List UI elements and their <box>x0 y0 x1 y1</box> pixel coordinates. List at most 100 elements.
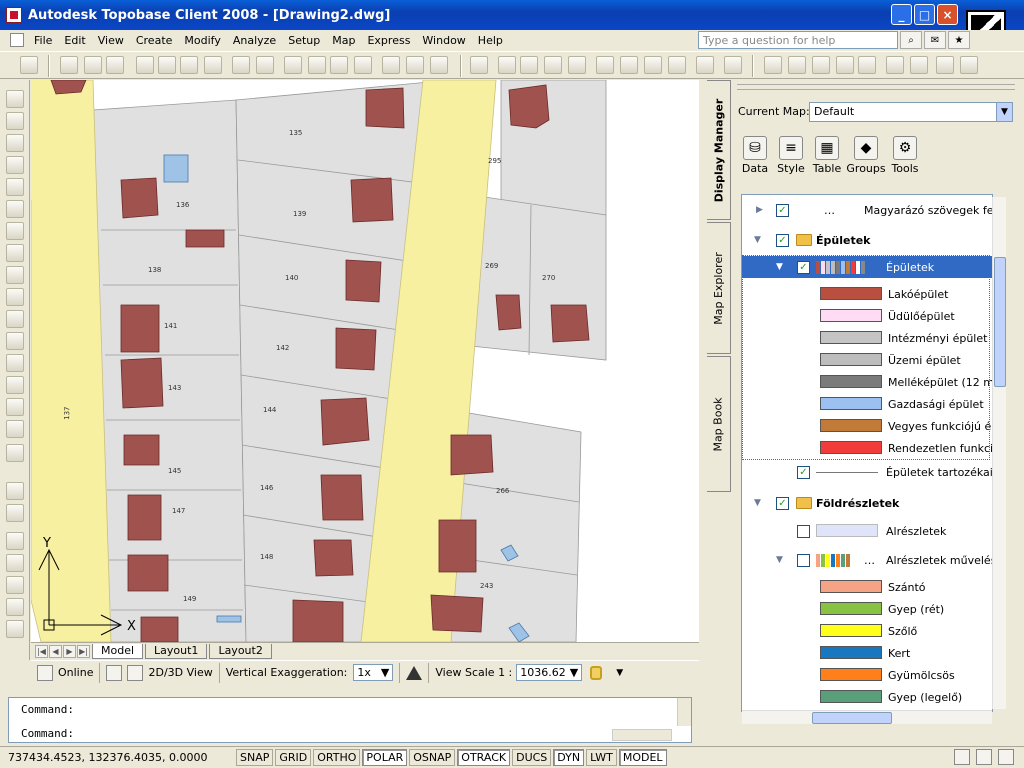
favorites-icon[interactable]: ★ <box>948 31 970 49</box>
dyn-toggle[interactable]: DYN <box>553 749 585 766</box>
last-layout-icon[interactable]: ▶| <box>77 644 90 658</box>
next-layout-icon[interactable]: ▶ <box>63 644 76 658</box>
zoom-scale-icon[interactable] <box>812 56 830 74</box>
undo-draw-icon[interactable] <box>6 482 24 500</box>
snap-toggle[interactable]: SNAP <box>236 749 274 766</box>
layer-visibility-checkbox[interactable]: ✓ <box>797 553 810 567</box>
style-row[interactable]: Gyümölcsös <box>742 664 992 686</box>
zoom-dynamic-icon[interactable] <box>788 56 806 74</box>
binoculars-icon[interactable]: ⌕ <box>900 31 922 49</box>
map-view-icon[interactable] <box>106 664 123 681</box>
chamfer-icon[interactable] <box>6 398 24 416</box>
drawing-canvas[interactable]: 135 138 139 136 140 141 142 143 144 145 … <box>31 80 699 642</box>
menu-map[interactable]: Map <box>326 34 361 47</box>
scale-icon[interactable] <box>6 244 24 262</box>
menu-help[interactable]: Help <box>472 34 509 47</box>
explode-red-icon[interactable] <box>6 444 24 462</box>
lock-toolbar-icon[interactable] <box>954 749 970 765</box>
groups-button[interactable]: ◆ Groups <box>846 136 886 175</box>
layer-tree-vertical-scrollbar[interactable] <box>992 197 1006 709</box>
style-row[interactable]: Vegyes funkciójú épü <box>742 415 992 437</box>
layer-visibility-checkbox[interactable]: ✓ <box>797 260 810 274</box>
feature-edit-icon[interactable] <box>620 56 638 74</box>
zoom-out-icon[interactable] <box>910 56 928 74</box>
ducs-toggle[interactable]: DUCS <box>512 749 552 766</box>
warning-cell[interactable] <box>400 662 430 683</box>
zoom-object-icon[interactable] <box>858 56 876 74</box>
trim-icon[interactable] <box>6 288 24 306</box>
status-menu-arrow-icon[interactable]: ▼ <box>616 668 623 678</box>
redo-icon[interactable] <box>256 56 274 74</box>
coordinate-readout[interactable]: 737434.4523, 132376.4035, 0.0000 <box>0 751 236 764</box>
first-layout-icon[interactable]: |◀ <box>35 644 48 658</box>
lock-icon[interactable] <box>590 665 603 680</box>
command-prompt[interactable]: Command: <box>21 727 74 740</box>
tab-layout2[interactable]: Layout2 <box>209 643 272 659</box>
tab-display-manager[interactable]: Display Manager <box>707 80 731 220</box>
undo-icon[interactable] <box>232 56 250 74</box>
copy-object-icon[interactable] <box>6 112 24 130</box>
otrack-toggle[interactable]: OTRACK <box>457 749 511 766</box>
command-horizontal-scrollbar[interactable] <box>612 729 672 741</box>
osnap-toggle[interactable]: OSNAP <box>409 749 456 766</box>
copy-icon[interactable] <box>158 56 176 74</box>
style-row[interactable]: Kert <box>742 642 992 664</box>
collapse-icon[interactable]: ▼ <box>776 262 783 272</box>
style-row[interactable]: Melléképület (12 m2-n <box>742 371 992 393</box>
feature-green-icon[interactable] <box>644 56 662 74</box>
menu-edit[interactable]: Edit <box>58 34 91 47</box>
zoom-in-icon[interactable] <box>886 56 904 74</box>
stretch-icon[interactable] <box>6 266 24 284</box>
layer-up-icon[interactable] <box>498 56 516 74</box>
abc-icon[interactable] <box>724 56 742 74</box>
collapse-icon[interactable]: ▼ <box>754 235 761 245</box>
mirror-icon[interactable] <box>6 134 24 152</box>
tab-model[interactable]: Model <box>92 643 144 659</box>
zoom-window-icon[interactable] <box>330 56 348 74</box>
layer-group-row[interactable]: ▼ ✓ Földrészletek <box>742 492 992 514</box>
help-icon[interactable] <box>430 56 448 74</box>
zoom-center-icon[interactable] <box>836 56 854 74</box>
style-row[interactable]: Üdülőépület <box>742 305 992 327</box>
style-button[interactable]: ≡ Style <box>775 136 807 175</box>
tray-menu-icon[interactable] <box>976 749 992 765</box>
open-file-icon[interactable] <box>84 56 102 74</box>
layer-visibility-checkbox[interactable]: ✓ <box>776 203 789 217</box>
style-row[interactable]: Szántó <box>742 576 992 598</box>
tab-layout1[interactable]: Layout1 <box>145 643 208 659</box>
fillet-icon[interactable] <box>6 420 24 438</box>
layer-group-row[interactable]: ▼ ✓ Épületek <box>742 229 992 251</box>
expand-icon[interactable]: ▶ <box>756 205 763 215</box>
menu-setup[interactable]: Setup <box>282 34 326 47</box>
circle-icon[interactable] <box>6 532 24 550</box>
data-button[interactable]: ⛁ Data <box>739 136 771 175</box>
3d-view-icon[interactable] <box>127 664 144 681</box>
view-mode[interactable]: 2D/3D View <box>100 662 220 683</box>
model-toggle[interactable]: MODEL <box>618 749 667 766</box>
vertical-exaggeration-select[interactable]: 1x ▼ <box>353 664 394 681</box>
array-icon[interactable] <box>6 178 24 196</box>
layer-visibility-checkbox[interactable]: ✓ <box>797 524 810 538</box>
style-row[interactable]: Gyep (rét) <box>742 598 992 620</box>
rotate-icon[interactable] <box>6 222 24 240</box>
tools-button[interactable]: ⚙ Tools <box>889 136 921 175</box>
chevron-down-icon[interactable]: ▼ <box>996 103 1012 121</box>
scrollbar-thumb[interactable] <box>994 257 1006 387</box>
clean-screen-icon[interactable] <box>998 749 1014 765</box>
polygon-icon[interactable] <box>6 576 24 594</box>
pan-icon[interactable] <box>284 56 302 74</box>
menu-analyze[interactable]: Analyze <box>227 34 282 47</box>
eraser-icon[interactable] <box>6 504 24 522</box>
minimize-button[interactable]: _ <box>891 4 912 25</box>
digitize-icon[interactable] <box>596 56 614 74</box>
menu-window[interactable]: Window <box>416 34 471 47</box>
style-row[interactable]: Lakóépület <box>742 283 992 305</box>
cut-icon[interactable] <box>136 56 154 74</box>
style-row[interactable]: Rendezetlen funkciójú <box>742 437 992 459</box>
menu-create[interactable]: Create <box>130 34 179 47</box>
zoom-in-window-icon[interactable] <box>764 56 782 74</box>
layer-tree-horizontal-scrollbar[interactable] <box>742 710 992 724</box>
refresh-icon[interactable] <box>470 56 488 74</box>
table-button[interactable]: ▦ Table <box>811 136 843 175</box>
arc-icon[interactable] <box>6 598 24 616</box>
